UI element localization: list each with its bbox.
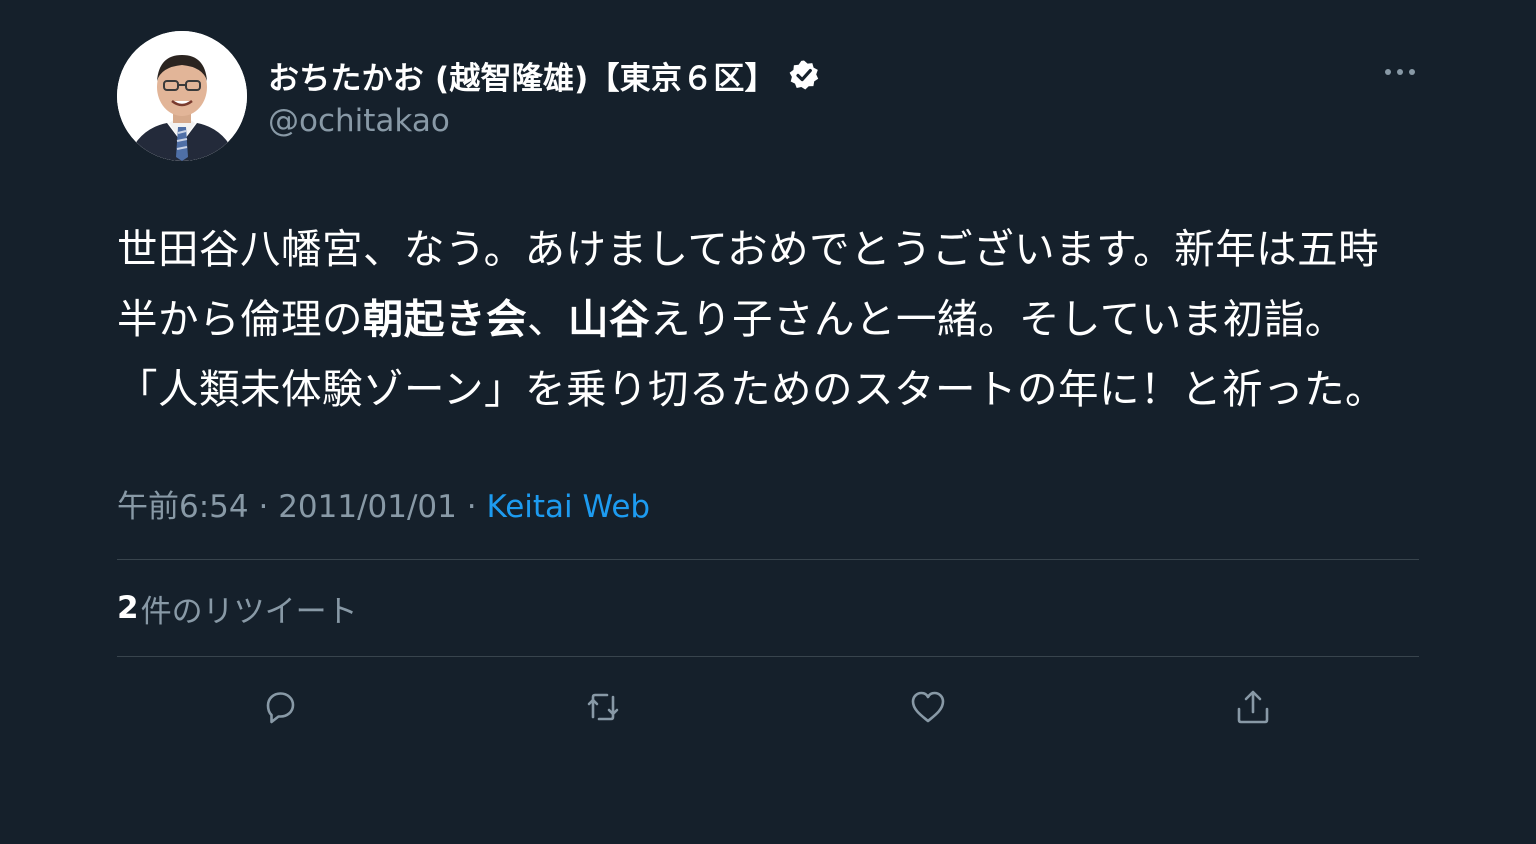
tweet-text-bold-segment: 朝起き会 xyxy=(363,295,527,343)
tweet: おちたかお (越智隆雄)【東京６区】 @ochitakao 世田谷八幡宮、なう。… xyxy=(117,31,1419,757)
display-name-row: おちたかお (越智隆雄)【東京６区】 xyxy=(268,53,820,98)
more-horizontal-icon[interactable] xyxy=(1383,59,1417,85)
meta-separator: · xyxy=(248,489,279,525)
tweet-header: おちたかお (越智隆雄)【東京６区】 @ochitakao xyxy=(117,31,1419,163)
tweet-text-bold-segment: 山谷 xyxy=(568,295,650,343)
verified-badge-icon xyxy=(789,60,818,90)
reply-icon[interactable] xyxy=(260,687,300,727)
meta-separator: · xyxy=(456,489,487,525)
retweet-count: 2 xyxy=(117,590,139,626)
retweet-count-label: 件のリツイート xyxy=(140,593,358,630)
tweet-meta: 午前6:54 · 2011/01/01 · Keitai Web xyxy=(117,487,1419,527)
tweet-text-segment: 、 xyxy=(527,295,568,343)
tweet-date[interactable]: 2011/01/01 xyxy=(278,489,457,525)
avatar-image xyxy=(117,31,247,161)
author-names: おちたかお (越智隆雄)【東京６区】 @ochitakao xyxy=(268,55,820,139)
author-handle[interactable]: @ochitakao xyxy=(268,103,820,139)
tweet-stats[interactable]: 2 件のリツイート xyxy=(117,560,1419,656)
avatar[interactable] xyxy=(117,31,247,161)
tweet-source-link[interactable]: Keitai Web xyxy=(486,489,650,525)
retweet-icon[interactable] xyxy=(583,687,623,727)
display-name[interactable]: おちたかお (越智隆雄)【東京６区】 xyxy=(268,53,776,98)
tweet-time[interactable]: 午前6:54 xyxy=(117,489,249,525)
share-icon[interactable] xyxy=(1233,687,1273,727)
tweet-text: 世田谷八幡宮、なう。あけましておめでとうございます。新年は五時半から倫理の朝起き… xyxy=(117,214,1407,424)
heart-icon[interactable] xyxy=(908,687,948,727)
tweet-actions xyxy=(117,657,1419,757)
